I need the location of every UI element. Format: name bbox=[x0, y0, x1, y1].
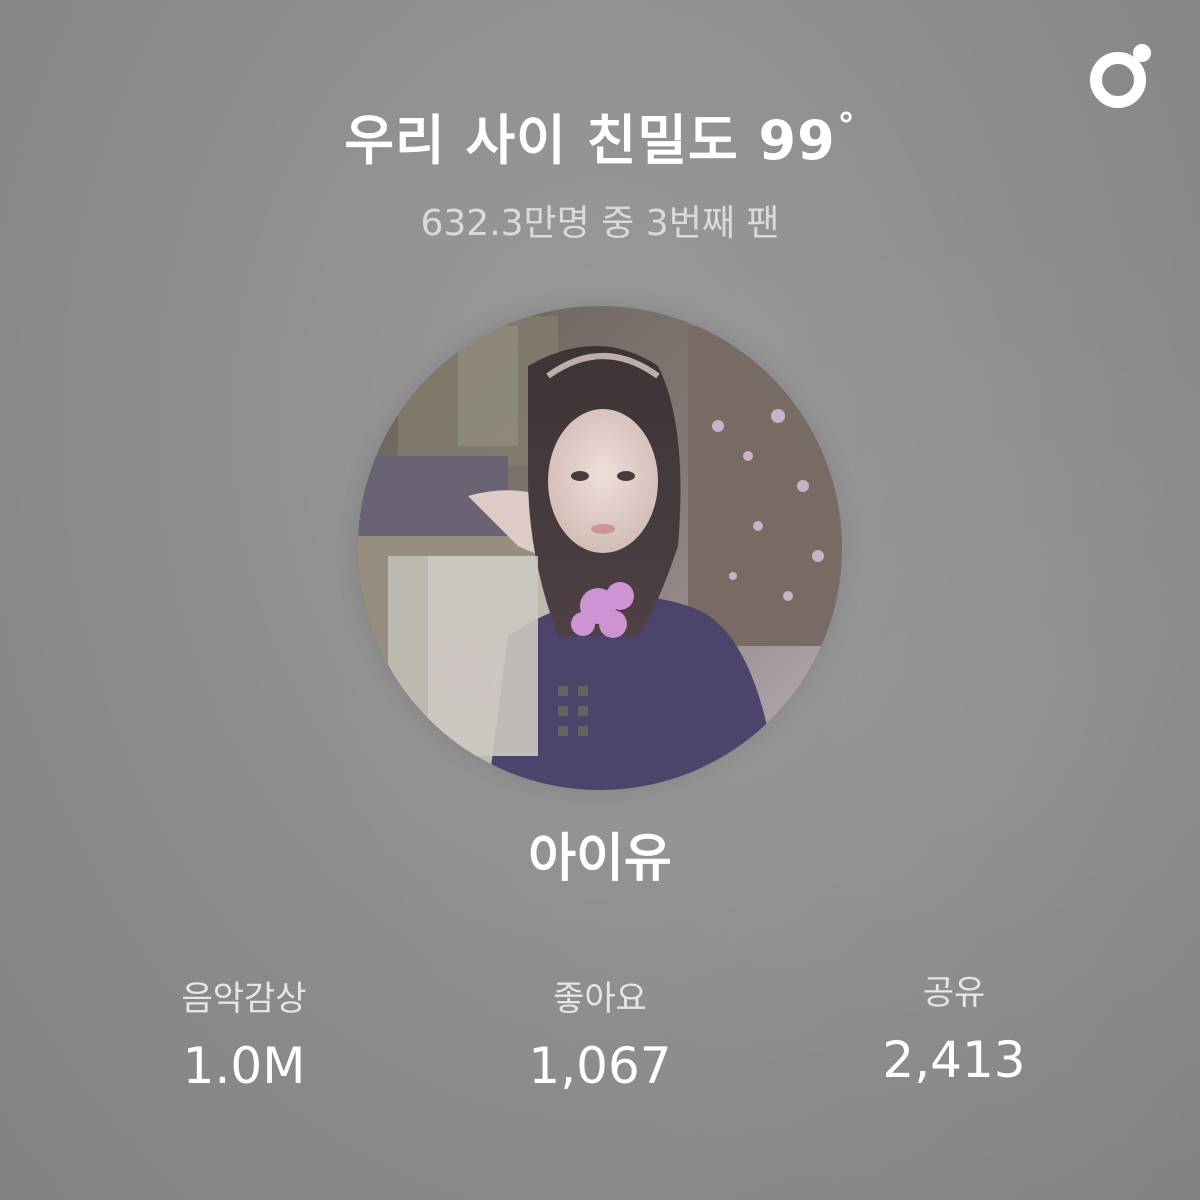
artist-photo bbox=[358, 306, 842, 790]
intimacy-card: 우리 사이 친밀도 99° 632.3만명 중 3번째 팬 아이유 음악감상 1… bbox=[0, 0, 1200, 1200]
intimacy-title: 우리 사이 친밀도 99° bbox=[0, 96, 1200, 175]
stat-value: 1.0M bbox=[182, 1037, 306, 1095]
stat-shares: 공유 2,413 bbox=[774, 972, 1134, 1090]
degree-symbol: ° bbox=[837, 106, 856, 146]
stat-listens: 음악감상 1.0M bbox=[64, 978, 424, 1096]
fan-rank-subtitle: 632.3만명 중 3번째 팬 bbox=[420, 203, 780, 244]
stat-label: 좋아요 bbox=[553, 979, 647, 1019]
stat-value: 1,067 bbox=[528, 1037, 672, 1095]
intimacy-title-text: 우리 사이 친밀도 99 bbox=[344, 109, 836, 172]
stat-value: 2,413 bbox=[882, 1031, 1026, 1089]
artist-name[interactable]: 아이유 bbox=[0, 816, 1200, 891]
artist-avatar[interactable] bbox=[358, 306, 842, 790]
stat-label: 음악감상 bbox=[181, 979, 307, 1019]
stat-label: 공유 bbox=[922, 973, 986, 1013]
stat-likes: 좋아요 1,067 bbox=[420, 978, 780, 1096]
